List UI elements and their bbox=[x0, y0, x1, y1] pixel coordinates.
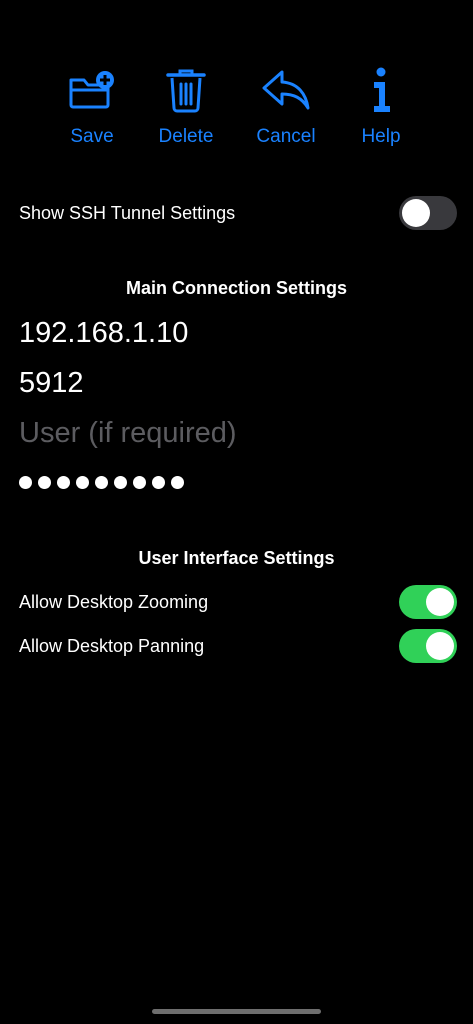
toggle-knob bbox=[426, 588, 454, 616]
password-dot bbox=[171, 475, 184, 489]
password-dot bbox=[95, 475, 108, 489]
ui-settings-title: User Interface Settings bbox=[138, 548, 335, 568]
reply-arrow-icon bbox=[260, 64, 312, 116]
password-dot bbox=[76, 475, 89, 489]
ssh-tunnel-row: Show SSH Tunnel Settings bbox=[19, 195, 457, 231]
zooming-row: Allow Desktop Zooming bbox=[19, 584, 457, 620]
delete-button[interactable]: Delete bbox=[141, 64, 231, 148]
delete-label: Delete bbox=[158, 126, 214, 147]
ssh-tunnel-label: Show SSH Tunnel Settings bbox=[19, 202, 236, 223]
password-dot bbox=[38, 475, 51, 489]
cancel-label: Cancel bbox=[256, 126, 316, 147]
trash-icon bbox=[160, 64, 212, 116]
port-input[interactable] bbox=[19, 364, 457, 402]
save-label: Save bbox=[70, 126, 114, 147]
ssh-tunnel-toggle[interactable] bbox=[399, 196, 457, 230]
help-button[interactable]: Help bbox=[336, 64, 426, 148]
password-dot bbox=[133, 475, 146, 489]
toolbar: Save Delete Cancel Help bbox=[0, 64, 473, 154]
info-icon bbox=[355, 64, 407, 116]
save-button[interactable]: Save bbox=[47, 64, 137, 148]
main-connection-title: Main Connection Settings bbox=[125, 278, 347, 298]
panning-row: Allow Desktop Panning bbox=[19, 628, 457, 664]
password-dot bbox=[19, 475, 32, 489]
password-dot bbox=[114, 475, 127, 489]
folder-plus-icon bbox=[66, 64, 118, 116]
password-dot bbox=[57, 475, 70, 489]
home-indicator[interactable] bbox=[152, 1009, 321, 1014]
toggle-knob bbox=[426, 632, 454, 660]
zooming-toggle[interactable] bbox=[399, 585, 457, 619]
help-label: Help bbox=[361, 126, 401, 147]
password-dot bbox=[152, 475, 165, 489]
toggle-knob bbox=[402, 199, 430, 227]
password-field[interactable] bbox=[19, 470, 184, 494]
user-input[interactable] bbox=[19, 414, 457, 452]
zooming-label: Allow Desktop Zooming bbox=[19, 591, 209, 612]
address-input[interactable] bbox=[19, 314, 457, 352]
cancel-button[interactable]: Cancel bbox=[241, 64, 331, 148]
panning-label: Allow Desktop Panning bbox=[19, 635, 205, 656]
panning-toggle[interactable] bbox=[399, 629, 457, 663]
